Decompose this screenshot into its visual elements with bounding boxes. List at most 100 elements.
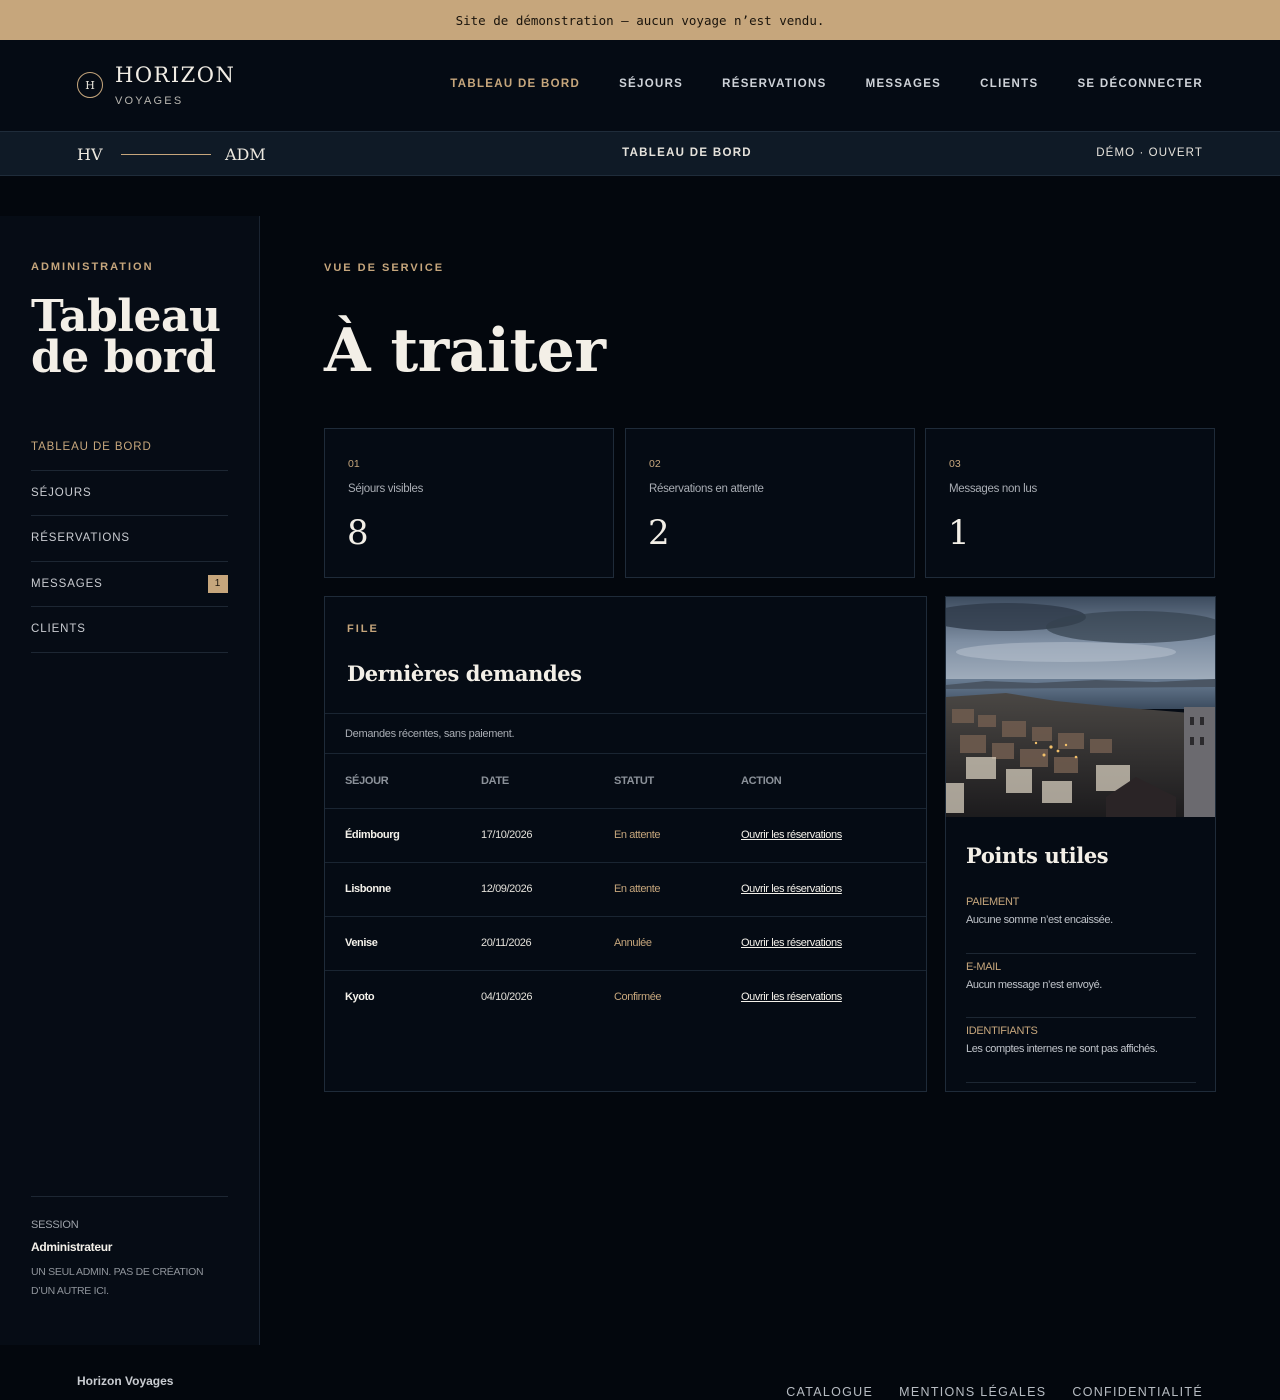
sidebar-item-label: Tableau de bord (31, 441, 152, 454)
sidebar-title: Tableau de bord (31, 291, 221, 383)
tip-item: Identifiants Les comptes internes ne son… (966, 1018, 1196, 1083)
footer-link-legal[interactable]: Mentions légales (899, 1385, 1046, 1399)
sidebar-item-label: Séjours (31, 486, 92, 499)
admin-sidebar: ADMINISTRATION Tableau de bord Tableau d… (0, 216, 260, 1345)
session-label: SESSION (31, 1219, 79, 1231)
topnav-logout[interactable]: Se déconnecter (1077, 78, 1203, 90)
requests-table: Séjour Date Statut Action Édimbourg 17/1… (325, 754, 926, 1024)
city-photo-image (946, 597, 1215, 817)
footer-link-catalogue[interactable]: Catalogue (786, 1385, 873, 1399)
tips-list: Paiement Aucune somme n’est encaissée. E… (966, 889, 1196, 1083)
stat-card-sejours: 01 Séjours visibles 8 (324, 428, 614, 578)
stat-label: Réservations en attente (649, 483, 764, 495)
stat-card-messages: 03 Messages non lus 1 (925, 428, 1215, 578)
stat-index: 02 (649, 458, 661, 470)
requests-description: Demandes récentes, sans paiement. (325, 713, 926, 754)
open-reservations-link[interactable]: Ouvrir les réservations (741, 883, 842, 895)
table-header-row: Séjour Date Statut Action (325, 754, 926, 809)
topnav-dashboard[interactable]: Tableau de bord (450, 78, 580, 90)
topnav-clients[interactable]: Clients (980, 78, 1038, 90)
sidebar-item-label: Clients (31, 623, 86, 636)
cell-status: En attente (614, 808, 741, 863)
stat-value: 2 (648, 513, 670, 553)
session-info: SESSION Administrateur Un seul admin. Pa… (31, 1196, 228, 1301)
sidebar-item-sejours[interactable]: Séjours (31, 471, 228, 516)
requests-eyebrow: FILE (347, 623, 379, 635)
cell-action: Ouvrir les réservations (741, 970, 926, 1024)
sidebar-item-dashboard[interactable]: Tableau de bord (31, 425, 228, 471)
unread-count-badge: 1 (208, 574, 228, 593)
page-eyebrow: VUE DE SERVICE (324, 262, 445, 274)
table-row: Lisbonne 12/09/2026 En attente Ouvrir le… (325, 862, 926, 917)
table-row: Édimbourg 17/10/2026 En attente Ouvrir l… (325, 808, 926, 863)
cell-sejour: Édimbourg (325, 808, 481, 863)
stat-index: 01 (348, 458, 360, 470)
cell-date: 17/10/2026 (481, 808, 614, 863)
sidebar-item-label: Réservations (31, 532, 130, 545)
topnav-messages[interactable]: Messages (866, 78, 942, 90)
table-row: Kyoto 04/10/2026 Confirmée Ouvrir les ré… (325, 970, 926, 1024)
top-navigation: Tableau de bord Séjours Réservations Mes… (450, 78, 1203, 90)
stat-label: Séjours visibles (348, 483, 424, 495)
cell-sejour: Venise (325, 916, 481, 971)
sidebar-item-clients[interactable]: Clients (31, 607, 228, 653)
tip-item: E-mail Aucun message n’est envoyé. (966, 954, 1196, 1018)
topnav-reservations[interactable]: Réservations (722, 78, 826, 90)
column-header-sejour: Séjour (325, 754, 481, 809)
tips-title: Points utiles (966, 843, 1109, 868)
cell-status: En attente (614, 862, 741, 917)
logo-name[interactable]: HORIZON (115, 63, 235, 87)
tip-text: Les comptes internes ne sont pas affiché… (966, 1043, 1158, 1055)
footer-links: Catalogue Mentions légales Confidentiali… (786, 1385, 1203, 1399)
open-reservations-link[interactable]: Ouvrir les réservations (741, 829, 842, 841)
cell-status: Annulée (614, 916, 741, 971)
city-photo (946, 597, 1215, 817)
open-reservations-link[interactable]: Ouvrir les réservations (741, 991, 842, 1003)
open-reservations-link[interactable]: Ouvrir les réservations (741, 937, 842, 949)
site-footer: Horizon Voyages Catalogue Mentions légal… (0, 1345, 1280, 1400)
stat-index: 03 (949, 458, 961, 470)
sidebar-item-reservations[interactable]: Réservations (31, 516, 228, 562)
tip-label: Identifiants (966, 1025, 1038, 1037)
logo-icon[interactable]: H (77, 72, 103, 98)
requests-title: Dernières demandes (347, 661, 582, 686)
tip-item: Paiement Aucune somme n’est encaissée. (966, 889, 1196, 954)
page-title: À traiter (324, 316, 606, 386)
stat-value: 8 (347, 513, 369, 553)
column-header-action: Action (741, 754, 926, 809)
stat-label: Messages non lus (949, 483, 1037, 495)
tip-text: Aucun message n’est envoyé. (966, 978, 1102, 991)
cell-date: 12/09/2026 (481, 862, 614, 917)
cell-action: Ouvrir les réservations (741, 862, 926, 917)
tip-label: E-mail (966, 960, 1001, 973)
cell-action: Ouvrir les réservations (741, 916, 926, 971)
admin-subbar: HV ADM TABLEAU DE BORD DÉMO · OUVERT (0, 131, 1280, 176)
stat-value: 1 (948, 513, 970, 553)
cell-action: Ouvrir les réservations (741, 808, 926, 863)
demo-banner-text: Site de démonstration — aucun voyage n’e… (455, 12, 825, 28)
subbar-section-title: TABLEAU DE BORD (622, 147, 752, 159)
session-note: Un seul admin. Pas de création d’un autr… (31, 1266, 204, 1297)
column-header-statut: Statut (614, 754, 741, 809)
cell-date: 20/11/2026 (481, 916, 614, 971)
tip-text: Aucune somme n’est encaissée. (966, 914, 1113, 926)
tip-label: Paiement (966, 896, 1020, 908)
footer-link-privacy[interactable]: Confidentialité (1072, 1385, 1203, 1399)
logo-subtitle: VOYAGES (115, 95, 184, 107)
stat-card-reservations: 02 Réservations en attente 2 (625, 428, 915, 578)
session-user: Administrateur (31, 1240, 113, 1254)
cell-sejour: Lisbonne (325, 862, 481, 917)
column-header-date: Date (481, 754, 614, 809)
site-header: H HORIZON VOYAGES Tableau de bord Séjour… (0, 40, 1280, 131)
sidebar-item-messages[interactable]: Messages 1 (31, 562, 228, 607)
sidebar-item-label: Messages (31, 577, 103, 590)
table-row: Venise 20/11/2026 Annulée Ouvrir les rés… (325, 916, 926, 971)
sidebar-eyebrow: ADMINISTRATION (31, 261, 154, 273)
cell-sejour: Kyoto (345, 991, 375, 1004)
cell-status: Confirmée (614, 991, 662, 1004)
tips-card: Points utiles Paiement Aucune somme n’es… (945, 596, 1216, 1092)
topnav-sejours[interactable]: Séjours (619, 78, 683, 90)
sidebar-navigation: Tableau de bord Séjours Réservations Mes… (31, 425, 228, 653)
demo-banner: Site de démonstration — aucun voyage n’e… (0, 0, 1280, 40)
subbar-status: DÉMO · OUVERT (1096, 147, 1203, 159)
